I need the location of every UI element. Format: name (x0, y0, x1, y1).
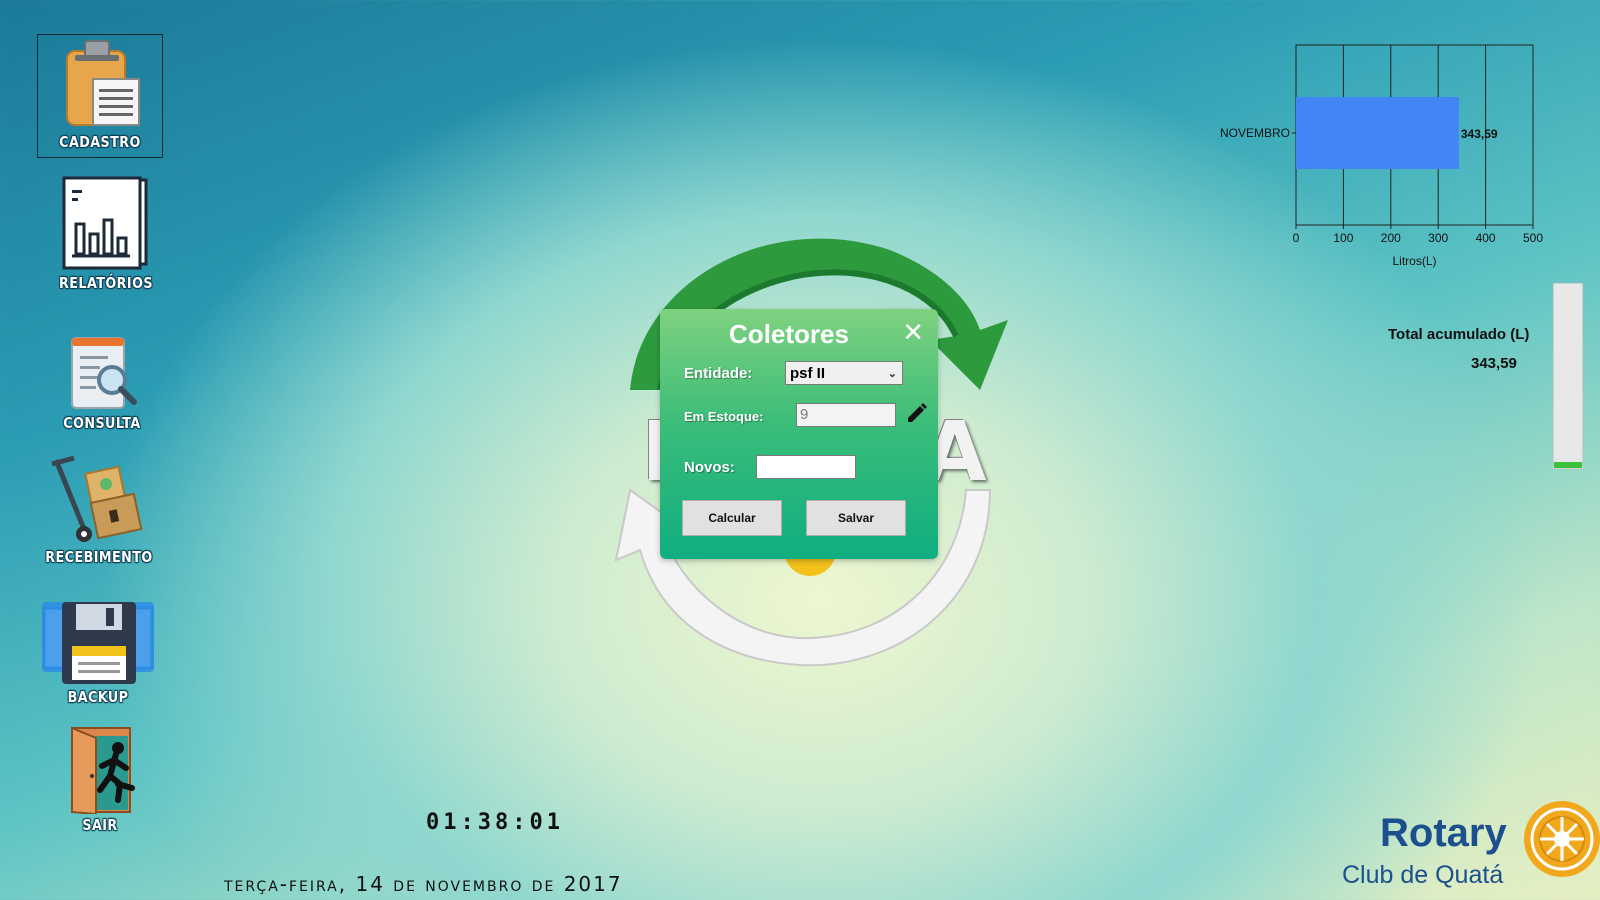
tile-relatorios[interactable]: RELATÓRIOS (44, 176, 168, 292)
x-tick-label: 200 (1381, 231, 1401, 245)
tile-sair[interactable]: SAIR (38, 726, 162, 834)
pencil-edit-icon[interactable] (905, 401, 929, 425)
x-tick-label: 0 (1293, 231, 1300, 245)
x-axis-label: Litros(L) (1392, 254, 1436, 268)
tile-cadastro[interactable]: CADASTRO (37, 34, 163, 158)
liters-bar-chart: 0 100 200 300 400 500 NOVEMBRO 343,59 Litros(L) (1220, 44, 1543, 268)
chevron-down-icon: ⌄ (887, 368, 897, 380)
estoque-field: 9 (796, 403, 896, 427)
x-tick-label: 100 (1333, 231, 1353, 245)
x-tick-label: 500 (1523, 231, 1543, 245)
entidade-select[interactable]: psf II ⌄ (785, 361, 903, 385)
salvar-button[interactable]: Salvar (806, 500, 906, 536)
rotary-wheel-icon (1524, 801, 1600, 877)
close-icon[interactable]: ✕ (902, 319, 924, 345)
date-label: terça-feira, 14 de novembro de 2017 (224, 872, 623, 896)
tile-label: CADASTRO (59, 133, 141, 151)
clipboard-icon (66, 40, 140, 126)
total-acumulado-value: 343,59 (1471, 355, 1517, 372)
tile-recebimento[interactable]: RECEBIMENTO (36, 454, 160, 566)
progress-fill (1554, 462, 1582, 468)
y-tick-label: NOVEMBRO (1220, 126, 1290, 140)
tile-label: RECEBIMENTO (45, 548, 153, 566)
exit-door-icon (71, 726, 135, 814)
tile-label: BACKUP (67, 688, 129, 706)
tile-backup[interactable]: BACKUP (36, 600, 160, 706)
club-name: Club de Quatá (1342, 861, 1504, 889)
calcular-button[interactable]: Calcular (682, 500, 782, 536)
entidade-selected-value: psf II (790, 365, 826, 382)
x-tick-label: 300 (1428, 231, 1448, 245)
rotary-branding: Rotary Club de Quatá (1340, 795, 1600, 900)
tile-label: CONSULTA (63, 414, 141, 432)
rotary-wordmark: Rotary (1380, 811, 1507, 855)
document-search-icon (71, 337, 137, 409)
hand-truck-icon (51, 455, 143, 542)
tile-consulta[interactable]: CONSULTA (40, 336, 164, 432)
floppy-disk-icon (42, 602, 154, 684)
tile-label: SAIR (82, 816, 118, 834)
entidade-label: Entidade: (684, 365, 753, 382)
estoque-label: Em Estoque: (684, 409, 764, 424)
bar (1296, 97, 1459, 169)
coletores-dialog: Coletores ✕ Entidade: psf II ⌄ Em Estoqu… (660, 309, 938, 559)
x-tick-label: 400 (1476, 231, 1496, 245)
tile-label: RELATÓRIOS (59, 274, 153, 292)
total-acumulado-label: Total acumulado (L) (1388, 326, 1530, 343)
report-chart-icon (62, 176, 148, 270)
novos-label: Novos: (684, 459, 735, 476)
vertical-progress-bar (1553, 283, 1583, 469)
data-label: 343,59 (1461, 127, 1498, 141)
novos-field[interactable] (756, 455, 856, 479)
dialog-title: Coletores (729, 319, 849, 349)
clock: 01:38:01 (426, 810, 564, 835)
